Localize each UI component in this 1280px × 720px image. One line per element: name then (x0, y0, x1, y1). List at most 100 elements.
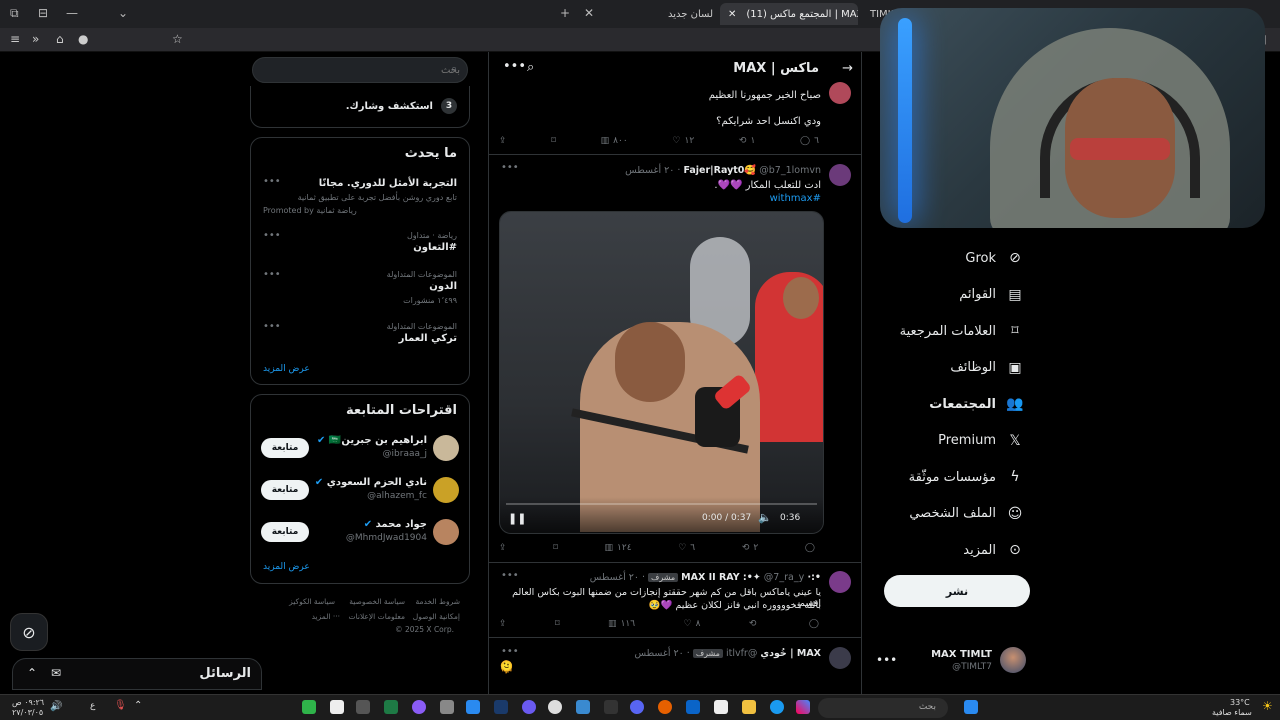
footer-link[interactable]: سياسة الكوكيز (289, 597, 335, 606)
tab-new[interactable]: لسان جديد (660, 3, 718, 25)
footer-link[interactable]: معلومات الإعلانات (349, 612, 405, 621)
bookmark-icon[interactable]: ⌑ (555, 619, 560, 629)
app-icon[interactable] (604, 700, 618, 714)
video-progress-bar[interactable] (506, 503, 817, 505)
more-dots-icon[interactable]: ••• (263, 176, 281, 187)
author-name[interactable]: Fajer|Rayt0🥰 (683, 165, 756, 176)
menu-icon[interactable]: ≡ (10, 32, 20, 46)
follow-button[interactable]: متابعة (261, 438, 309, 458)
repost-button[interactable]: ⟲ (749, 619, 761, 629)
more-dots-icon[interactable]: ••• (503, 59, 526, 74)
more-dots-icon[interactable]: ••• (263, 230, 281, 241)
author-handle[interactable]: @7_ra_y (764, 572, 804, 583)
app-icon[interactable] (330, 700, 344, 714)
weather-desc[interactable]: سماء صافية (1212, 708, 1252, 717)
more-dots-icon[interactable]: ••• (501, 570, 519, 581)
author-handle[interactable]: @itlvfr (726, 648, 757, 659)
footer-link[interactable]: شروط الخدمة (415, 597, 460, 606)
avatar[interactable] (433, 519, 459, 545)
expand-up-icon[interactable]: ⌃ (27, 666, 37, 680)
app-icon[interactable] (466, 700, 480, 714)
workspace-icon[interactable]: ⊟ (38, 6, 48, 20)
reply-button[interactable]: ◯ (805, 543, 819, 553)
app-icon[interactable] (522, 700, 536, 714)
clock-time[interactable]: ٠٩:٢٦ ص (12, 698, 44, 707)
like-button[interactable]: ♡ ٨ (684, 619, 701, 629)
app-icon[interactable] (356, 700, 370, 714)
app-icon[interactable] (302, 700, 316, 714)
steam-icon[interactable] (494, 700, 508, 714)
minimize-icon[interactable]: — (66, 6, 78, 20)
repost-button[interactable]: ⟲ ١ (739, 136, 755, 146)
new-tab-icon[interactable]: + (560, 6, 570, 20)
language-indicator[interactable]: ع (90, 701, 95, 711)
nav-bookmarks[interactable]: العلامات المرجعية ⌑ (884, 313, 1024, 350)
follow-button[interactable]: متابعة (261, 522, 309, 542)
nav-premium[interactable]: Premium 𝕏 (884, 423, 1024, 460)
extension-icon[interactable]: ⌂ (56, 32, 64, 46)
excel-icon[interactable] (384, 700, 398, 714)
views-button[interactable]: ▥ ١١٦ (608, 619, 635, 629)
settings-icon[interactable] (440, 700, 454, 714)
reply-button[interactable]: ◯ (809, 619, 819, 629)
share-icon[interactable]: ⇪ (499, 543, 507, 553)
avatar[interactable] (433, 435, 459, 461)
edge-icon[interactable] (770, 700, 784, 714)
app-icon[interactable] (714, 700, 728, 714)
more-dots-icon[interactable]: ••• (501, 646, 519, 657)
file-explorer-icon[interactable] (742, 700, 756, 714)
trend-title[interactable]: #التعاون (413, 242, 457, 253)
app-icon[interactable] (412, 700, 426, 714)
footer-link[interactable]: سياسة الخصوصية (349, 597, 405, 606)
back-arrow-icon[interactable]: → (842, 61, 853, 76)
follow-button[interactable]: متابعة (261, 480, 309, 500)
video-speed[interactable]: 0:36 (780, 513, 800, 523)
footer-link[interactable]: ··· المزيد (312, 612, 340, 621)
app-icon[interactable] (576, 700, 590, 714)
nav-communities[interactable]: المجتمعات 👥 (884, 386, 1024, 423)
close-icon[interactable]: ✕ (728, 9, 736, 20)
close-tab-icon[interactable]: ✕ (584, 6, 594, 20)
chrome-icon[interactable] (548, 700, 562, 714)
like-button[interactable]: ♡ ١٢ (672, 136, 694, 146)
more-dots-icon[interactable]: ••• (263, 269, 281, 280)
nav-verified-orgs[interactable]: مؤسسات موثّقة ϟ (884, 459, 1024, 496)
windows-start-icon[interactable] (964, 700, 978, 714)
volume-icon[interactable]: 🔊 (50, 701, 62, 712)
post-time[interactable]: ٢٠ أغسطس (635, 648, 684, 659)
repost-button[interactable]: ⟲ ٢ (742, 543, 758, 553)
trend-title[interactable]: التجربة الأمثل للدوري. مجانًا (319, 178, 457, 189)
show-more-link[interactable]: عرض المزيد (263, 562, 310, 572)
nav-more[interactable]: المزيد ⊙ (884, 532, 1024, 569)
more-dots-icon[interactable]: ••• (876, 653, 897, 667)
firefox-icon[interactable] (658, 700, 672, 714)
suggestion-name[interactable]: جواد محمد ✔ (364, 519, 427, 530)
new-message-icon[interactable]: ✉ (51, 666, 61, 680)
copilot-icon[interactable] (796, 700, 810, 714)
grok-fab-button[interactable]: ⊘ (10, 613, 48, 651)
pause-icon[interactable]: ❚❚ (508, 512, 526, 525)
post-button[interactable]: نشر (884, 575, 1030, 607)
volume-icon[interactable]: 🔈 (758, 511, 772, 524)
more-dots-icon[interactable]: ••• (263, 321, 281, 332)
search-input[interactable] (275, 62, 460, 78)
post-time[interactable]: ٢٠ أغسطس (590, 572, 639, 583)
tray-chevron-icon[interactable]: ⌃ (134, 700, 142, 711)
suggestion-name[interactable]: ابراهيم بن جبرين🇸🇦 ✔ (317, 435, 427, 446)
nav-lists[interactable]: القوائم ▤ (884, 277, 1024, 314)
more-dots-icon[interactable]: ••• (501, 162, 519, 173)
nav-profile[interactable]: الملف الشخصي ☺ (884, 496, 1024, 533)
app-icon[interactable]: ⧉ (10, 6, 19, 21)
trend-title[interactable]: تركي العمار (399, 333, 457, 344)
trend-title[interactable]: الدون (429, 281, 457, 292)
share-icon[interactable]: ⇪ (499, 136, 507, 146)
post-time[interactable]: ٢٠ أغسطس (625, 165, 674, 176)
nav-jobs[interactable]: الوظائف ▣ (884, 350, 1024, 387)
account-switcher[interactable]: ••• MAX TIMLT @TIMLT7 (876, 645, 1026, 679)
bookmark-star-icon[interactable]: ☆ (172, 32, 183, 46)
hashtag-link[interactable]: #withmax (770, 193, 821, 204)
bookmark-icon[interactable]: ⌑ (553, 543, 558, 553)
reply-button[interactable]: ◯ ٦ (800, 136, 819, 146)
search-icon[interactable]: ⌕ (527, 60, 534, 75)
avatar[interactable] (433, 477, 459, 503)
